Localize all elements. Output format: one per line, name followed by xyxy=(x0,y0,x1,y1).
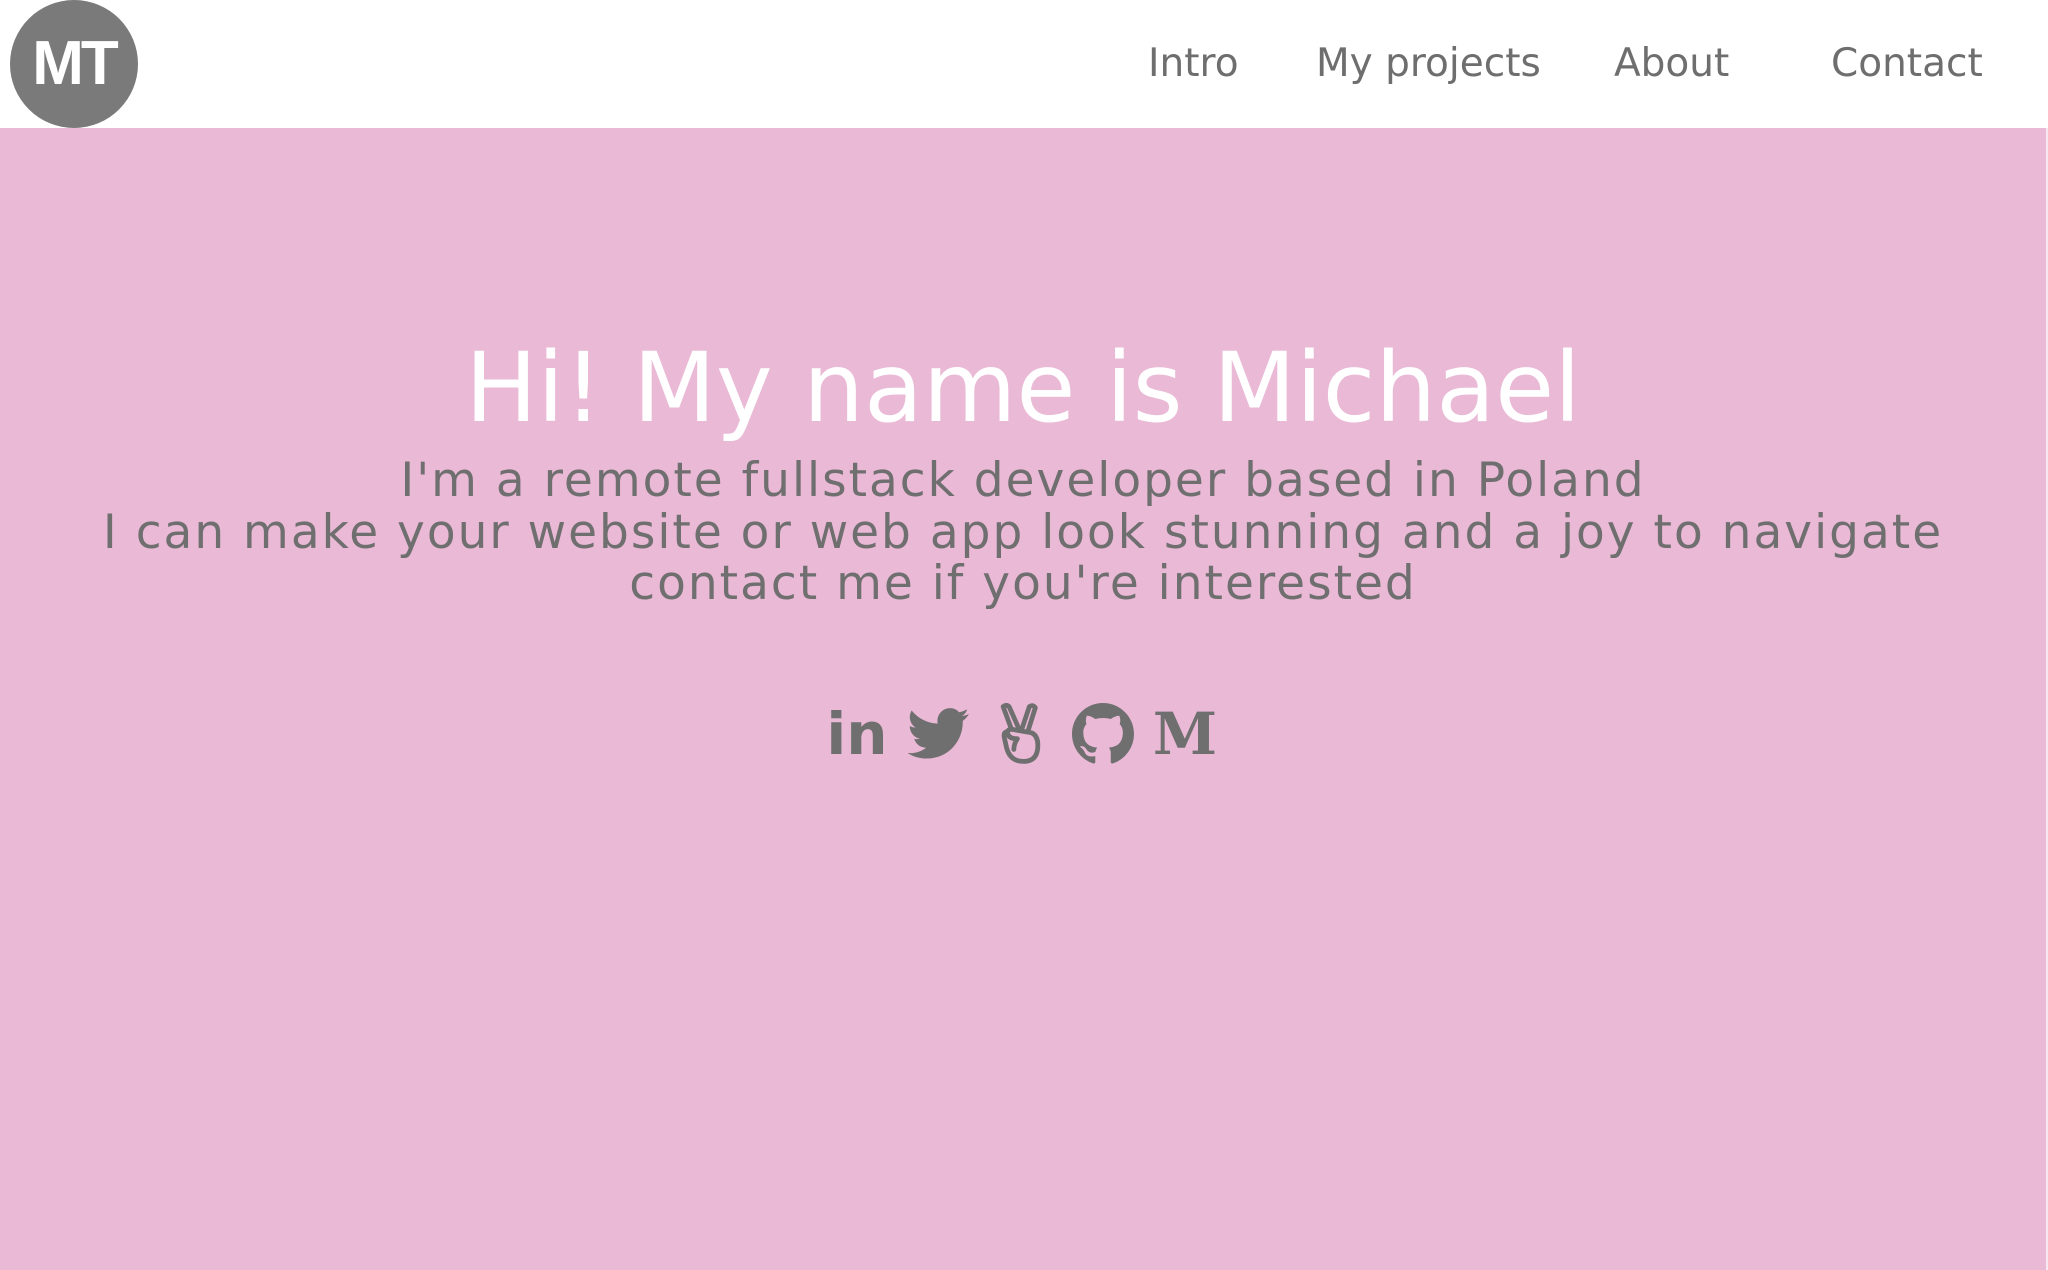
page: MT Intro My projects About Contact Hi! M… xyxy=(0,0,2048,1270)
navbar: MT Intro My projects About Contact xyxy=(0,0,2048,128)
twitter-link[interactable] xyxy=(906,697,972,771)
github-link[interactable] xyxy=(1070,697,1136,771)
hero-subtitle-line-3: contact me if you're interested xyxy=(629,556,1417,611)
social-links: in M xyxy=(824,697,1224,771)
medium-link[interactable]: M xyxy=(1152,697,1218,771)
hero-subtitle-line-2: I can make your website or web app look … xyxy=(102,505,1944,560)
logo[interactable]: MT xyxy=(10,0,138,128)
angellist-link[interactable] xyxy=(988,697,1054,771)
linkedin-icon: in xyxy=(826,700,888,768)
twitter-icon xyxy=(908,708,969,759)
hero-subtitle-line-1: I'm a remote fullstack developer based i… xyxy=(400,453,1646,508)
hero-title: Hi! My name is Michael xyxy=(465,332,1581,444)
github-icon xyxy=(1072,703,1134,764)
nav-about[interactable]: About xyxy=(1614,34,1729,94)
nav-intro[interactable]: Intro xyxy=(1148,34,1239,94)
nav-contact[interactable]: Contact xyxy=(1831,34,1983,94)
logo-text: MT xyxy=(32,29,119,98)
angellist-icon xyxy=(1000,703,1041,764)
nav-my-projects[interactable]: My projects xyxy=(1316,34,1541,94)
medium-icon: M xyxy=(1152,700,1218,768)
linkedin-link[interactable]: in xyxy=(824,697,890,771)
